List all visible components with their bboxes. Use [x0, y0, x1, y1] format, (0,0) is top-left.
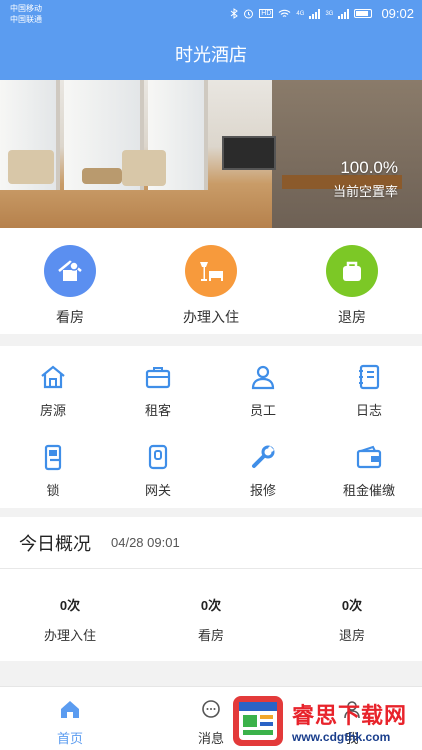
stat-label: 看房 [197, 628, 224, 643]
watermark-title: 睿思下载网 [292, 703, 408, 728]
briefcase-icon [143, 362, 173, 392]
menu-gateway[interactable]: 网关 [118, 442, 198, 499]
quick-view-room[interactable]: 看房 [20, 245, 120, 327]
status-bar: 中国移动 中国联通 HD 4G 3G 09:02 [0, 0, 422, 30]
wallet-icon [354, 442, 384, 472]
vacancy-value: 100.0% [340, 158, 398, 177]
staff-icon [248, 362, 278, 392]
signal-icon [309, 8, 321, 19]
page-title: 时光酒店 [0, 30, 422, 80]
today-datetime: 04/28 09:01 [111, 535, 180, 550]
notebook-icon [354, 362, 384, 392]
watermark: 睿思下载网 www.cdgthk.com [230, 692, 422, 750]
function-grid: 房源 租客 员工 日志 锁 网关 报修 租金催缴 [0, 346, 422, 508]
carrier-2: 中国联通 [10, 15, 42, 24]
menu-label: 房源 [39, 403, 66, 418]
menu-label: 网关 [144, 483, 171, 498]
hd-badge: HD [259, 9, 274, 18]
sofa [8, 150, 54, 184]
carrier-1: 中国移动 [10, 4, 42, 13]
stat-label: 办理入住 [43, 628, 96, 643]
menu-label: 租客 [144, 403, 171, 418]
bluetooth-icon [230, 8, 239, 19]
battery-icon [354, 9, 373, 18]
menu-rent-reminder[interactable]: 租金催缴 [329, 442, 409, 499]
menu-rooms[interactable]: 房源 [13, 362, 93, 419]
quick-label: 退房 [338, 309, 366, 325]
coffee-table [82, 168, 122, 184]
network-3g: 3G [325, 10, 334, 17]
home-icon [61, 701, 79, 718]
wifi-icon [279, 9, 291, 17]
menu-locks[interactable]: 锁 [13, 442, 93, 499]
watermark-url: www.cdgthk.com [292, 730, 391, 744]
menu-label: 员工 [249, 403, 276, 418]
wall [272, 80, 422, 228]
carrier-info: 中国移动 中国联通 [10, 3, 42, 25]
nav-home[interactable]: 首页 [30, 699, 110, 747]
menu-staff[interactable]: 员工 [223, 362, 303, 419]
quick-actions: 看房 办理入住 退房 [0, 228, 422, 334]
gateway-icon [143, 442, 173, 472]
luggage-icon [326, 245, 378, 297]
lamp-bed-icon [185, 245, 237, 297]
stat-view-room[interactable]: 0次 看房 [151, 595, 271, 644]
tv [222, 136, 276, 170]
stat-value: 0次 [59, 598, 81, 613]
network-4g: 4G [296, 10, 305, 17]
menu-label: 报修 [249, 483, 276, 498]
menu-logs[interactable]: 日志 [329, 362, 409, 419]
stat-check-in[interactable]: 0次 办理入住 [10, 595, 130, 644]
nav-label: 首页 [56, 731, 83, 746]
today-header: 今日概况 04/28 09:01 [0, 517, 422, 569]
hotel-banner[interactable]: 100.0% 当前空置率 [0, 80, 422, 228]
vacancy-label: 当前空置率 [332, 184, 398, 199]
quick-label: 办理入住 [183, 309, 239, 325]
today-title: 今日概况 [19, 533, 91, 554]
door-lock-icon [38, 442, 68, 472]
watermark-text: 睿思下载网 www.cdgthk.com [292, 698, 407, 744]
message-icon [202, 700, 220, 718]
menu-label: 租金催缴 [342, 483, 395, 498]
alarm-icon [244, 9, 254, 19]
quick-check-in[interactable]: 办理入住 [161, 245, 261, 327]
menu-label: 日志 [355, 403, 382, 418]
wrench-icon [248, 442, 278, 472]
status-icons: HD 4G 3G 09:02 [230, 6, 414, 21]
vacancy-rate: 100.0% 当前空置率 [333, 158, 398, 200]
menu-tenants[interactable]: 租客 [118, 362, 198, 419]
home-person-icon [44, 245, 96, 297]
signal-icon-2 [338, 8, 350, 19]
stat-label: 退房 [338, 628, 365, 643]
quick-label: 看房 [56, 309, 84, 325]
status-time: 09:02 [381, 6, 414, 21]
stat-value: 0次 [341, 598, 363, 613]
sofa [122, 150, 166, 186]
menu-label: 锁 [46, 483, 60, 498]
quick-check-out[interactable]: 退房 [302, 245, 402, 327]
today-overview: 今日概况 04/28 09:01 0次 办理入住 0次 看房 0次 退房 [0, 517, 422, 661]
stat-value: 0次 [200, 598, 222, 613]
house-icon [38, 362, 68, 392]
stat-check-out[interactable]: 0次 退房 [292, 595, 412, 644]
menu-repair[interactable]: 报修 [223, 442, 303, 499]
watermark-logo [230, 693, 286, 749]
